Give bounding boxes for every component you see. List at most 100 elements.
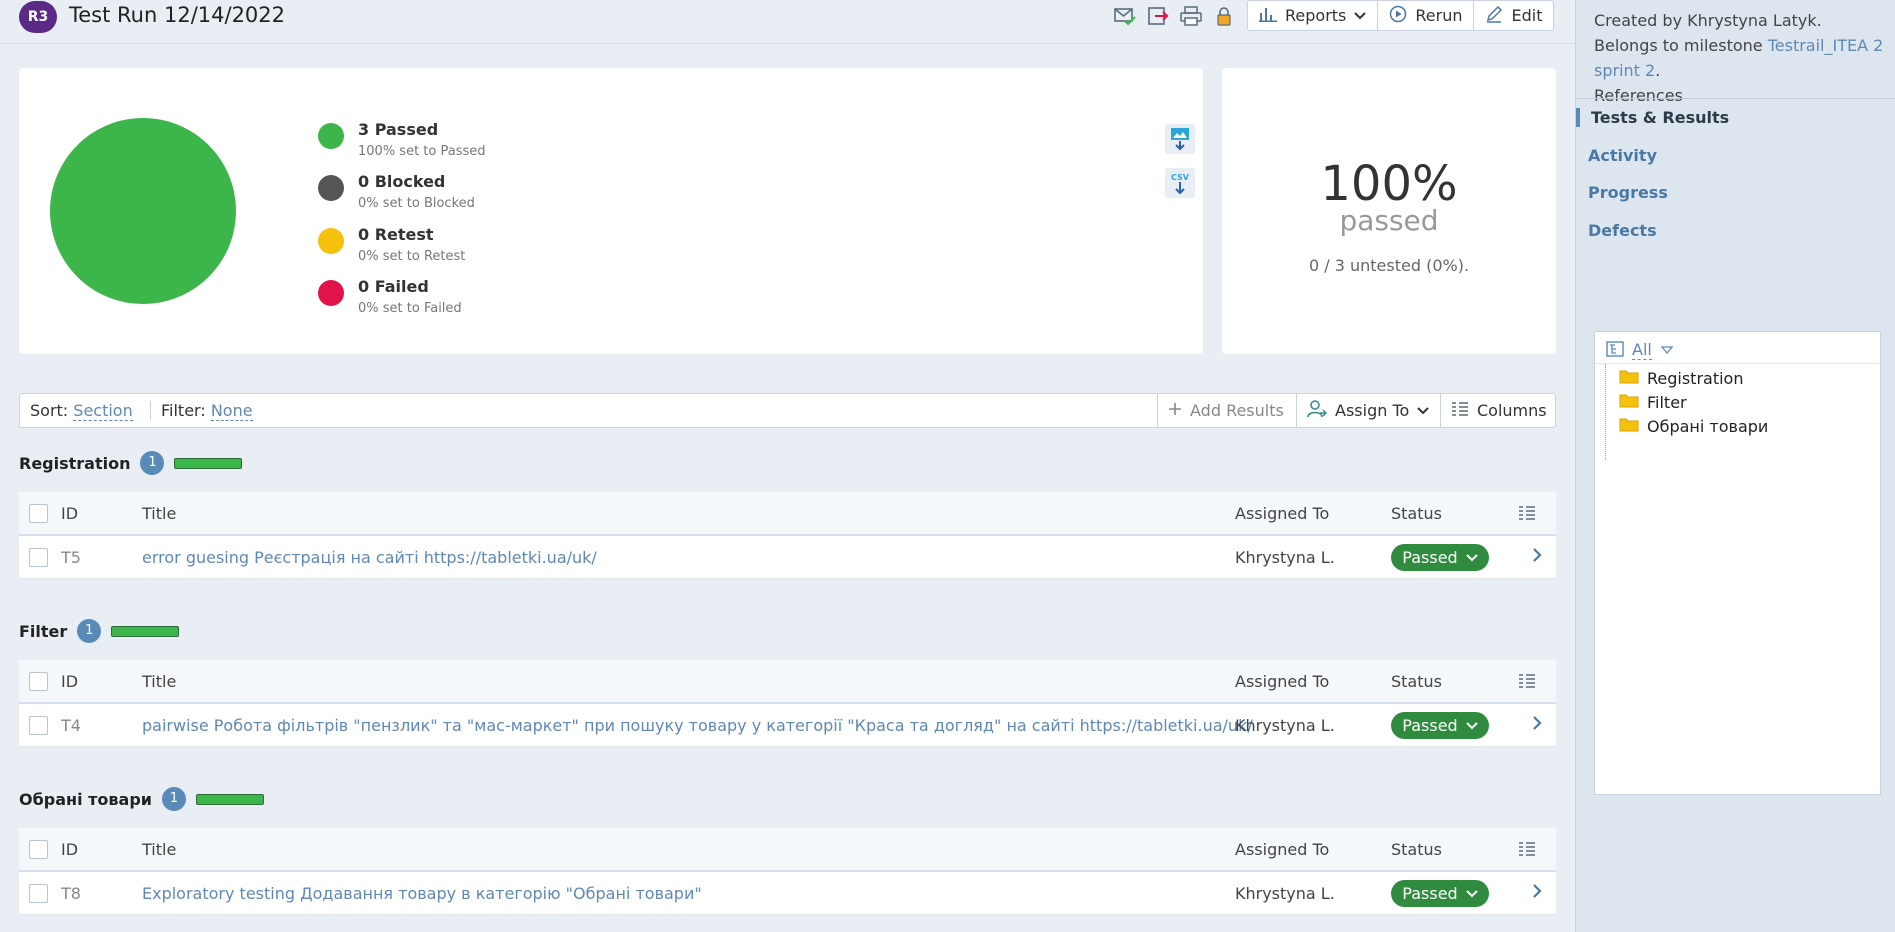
pass-percentage-label: passed bbox=[1339, 204, 1439, 237]
legend-label: 0 Failed bbox=[358, 277, 429, 296]
column-header-id[interactable]: ID bbox=[61, 840, 78, 859]
status-label: Passed bbox=[1402, 884, 1458, 903]
section-progress-bar bbox=[111, 625, 180, 637]
tree-filter-all[interactable]: All bbox=[1632, 340, 1652, 360]
filter-value-link[interactable]: None bbox=[210, 401, 253, 421]
section-name[interactable]: Filter bbox=[19, 622, 67, 641]
row-checkbox[interactable] bbox=[29, 716, 48, 735]
status-dropdown[interactable]: Passed bbox=[1391, 880, 1489, 907]
export-icon[interactable] bbox=[1145, 3, 1171, 29]
row-checkbox[interactable] bbox=[29, 548, 48, 567]
right-sidebar: Created by Khrystyna Latyk. Belongs to m… bbox=[1575, 0, 1895, 932]
assign-to-button[interactable]: Assign To bbox=[1296, 394, 1439, 427]
column-header-assigned[interactable]: Assigned To bbox=[1235, 840, 1329, 859]
select-all-checkbox[interactable] bbox=[29, 672, 48, 691]
sidebar-item-tests-results[interactable]: Tests & Results bbox=[1576, 108, 1729, 127]
test-assignee: Khrystyna L. bbox=[1235, 884, 1335, 903]
columns-icon bbox=[1451, 401, 1469, 420]
chevron-right-icon[interactable] bbox=[1532, 547, 1542, 567]
add-results-label: Add Results bbox=[1190, 401, 1284, 420]
tree-item-registration[interactable]: Registration bbox=[1619, 368, 1743, 388]
edit-label: Edit bbox=[1511, 6, 1543, 25]
results-pie-chart bbox=[50, 118, 236, 304]
legend-dot-failed bbox=[318, 280, 344, 306]
column-header-assigned[interactable]: Assigned To bbox=[1235, 504, 1329, 523]
column-header-id[interactable]: ID bbox=[61, 672, 78, 691]
column-header-status[interactable]: Status bbox=[1391, 672, 1442, 691]
download-csv-icon: CSV bbox=[1171, 173, 1190, 195]
row-checkbox[interactable] bbox=[29, 884, 48, 903]
header-button-group: Reports Rerun Edit bbox=[1247, 0, 1555, 31]
tree-item-filter[interactable]: Filter bbox=[1619, 392, 1687, 412]
reports-button[interactable]: Reports bbox=[1248, 1, 1379, 30]
chevron-right-icon[interactable] bbox=[1532, 715, 1542, 735]
download-image-button[interactable] bbox=[1165, 124, 1195, 154]
column-header-title[interactable]: Title bbox=[142, 672, 176, 691]
untested-summary: 0 / 3 untested (0%). bbox=[1308, 256, 1470, 275]
print-icon[interactable] bbox=[1178, 3, 1204, 29]
triangle-down-icon[interactable] bbox=[1660, 341, 1674, 360]
reports-label: Reports bbox=[1285, 6, 1347, 25]
column-header-title[interactable]: Title bbox=[142, 504, 176, 523]
sidebar-item-defects[interactable]: Defects bbox=[1576, 221, 1657, 240]
test-id: T8 bbox=[61, 884, 81, 903]
section-count-badge: 1 bbox=[77, 619, 102, 643]
column-header-status[interactable]: Status bbox=[1391, 840, 1442, 859]
section-tree: All Registration Filter Обрані товари bbox=[1594, 331, 1881, 795]
legend-label: 3 Passed bbox=[358, 120, 439, 139]
chevron-right-icon[interactable] bbox=[1532, 883, 1542, 903]
column-header-title[interactable]: Title bbox=[142, 840, 176, 859]
page-title: Test Run 12/14/2022 bbox=[69, 3, 286, 27]
run-badge: R3 bbox=[19, 1, 57, 33]
chevron-down-icon bbox=[1354, 6, 1367, 25]
run-header: R3 Test Run 12/14/2022 Reports Rerun Edi… bbox=[0, 0, 1575, 44]
select-all-checkbox[interactable] bbox=[29, 840, 48, 859]
chevron-down-icon bbox=[1465, 716, 1478, 735]
columns-button[interactable]: Columns bbox=[1440, 394, 1557, 427]
download-csv-button[interactable]: CSV bbox=[1165, 168, 1195, 198]
run-info-suffix: . bbox=[1655, 61, 1661, 80]
play-circle-icon bbox=[1389, 5, 1407, 27]
sidebar-item-activity[interactable]: Activity bbox=[1576, 146, 1657, 165]
legend-dot-retest bbox=[318, 228, 344, 254]
status-dropdown[interactable]: Passed bbox=[1391, 712, 1489, 739]
columns-config-icon[interactable] bbox=[1518, 841, 1536, 860]
tree-item-obrani-tovary[interactable]: Обрані товари bbox=[1619, 416, 1768, 436]
tree-item-label: Обрані товари bbox=[1647, 416, 1769, 436]
test-title-link[interactable]: Exploratory testing Додавання товару в к… bbox=[142, 884, 702, 903]
section-name[interactable]: Registration bbox=[19, 454, 130, 473]
tree-item-label: Filter bbox=[1647, 392, 1687, 412]
legend-sublabel: 0% set to Blocked bbox=[358, 196, 475, 211]
select-all-checkbox[interactable] bbox=[29, 504, 48, 523]
add-results-button[interactable]: Add Results bbox=[1157, 394, 1294, 427]
sort-value-link[interactable]: Section bbox=[73, 401, 133, 421]
sort-control: Sort: Section bbox=[30, 401, 133, 421]
column-header-id[interactable]: ID bbox=[61, 504, 78, 523]
results-chart-card: 3 Passed 100% set to Passed 0 Blocked 0%… bbox=[19, 68, 1203, 354]
table-row: T4 pairwise Робота фільтрів "пензлик" та … bbox=[19, 704, 1556, 747]
status-dropdown[interactable]: Passed bbox=[1391, 544, 1489, 571]
legend-label: 0 Blocked bbox=[358, 172, 446, 191]
sort-label: Sort: bbox=[30, 401, 69, 420]
column-header-status[interactable]: Status bbox=[1391, 504, 1442, 523]
legend-dot-blocked bbox=[318, 175, 344, 201]
sidebar-item-progress[interactable]: Progress bbox=[1576, 183, 1668, 202]
column-header-assigned[interactable]: Assigned To bbox=[1235, 672, 1329, 691]
tree-toggle-icon[interactable] bbox=[1606, 341, 1624, 361]
pencil-icon bbox=[1485, 5, 1503, 27]
section-name[interactable]: Обрані товари bbox=[19, 790, 152, 809]
run-info: Created by Khrystyna Latyk. Belongs to m… bbox=[1594, 8, 1884, 108]
section-count-badge: 1 bbox=[140, 451, 165, 475]
columns-config-icon[interactable] bbox=[1518, 505, 1536, 524]
edit-button[interactable]: Edit bbox=[1474, 1, 1553, 30]
section-count-badge: 1 bbox=[161, 787, 186, 811]
rerun-button[interactable]: Rerun bbox=[1378, 1, 1475, 30]
test-title-link[interactable]: pairwise Робота фільтрів "пензлик" та "м… bbox=[142, 716, 1253, 735]
email-check-icon[interactable] bbox=[1112, 3, 1138, 29]
rerun-label: Rerun bbox=[1415, 6, 1463, 25]
table-row: T8 Exploratory testing Додавання товару в… bbox=[19, 872, 1556, 915]
test-title-link[interactable]: error guesing Реєстрація на сайті https:… bbox=[142, 548, 597, 567]
columns-config-icon[interactable] bbox=[1518, 673, 1536, 692]
lock-icon[interactable] bbox=[1211, 3, 1237, 29]
test-assignee: Khrystyna L. bbox=[1235, 716, 1335, 735]
